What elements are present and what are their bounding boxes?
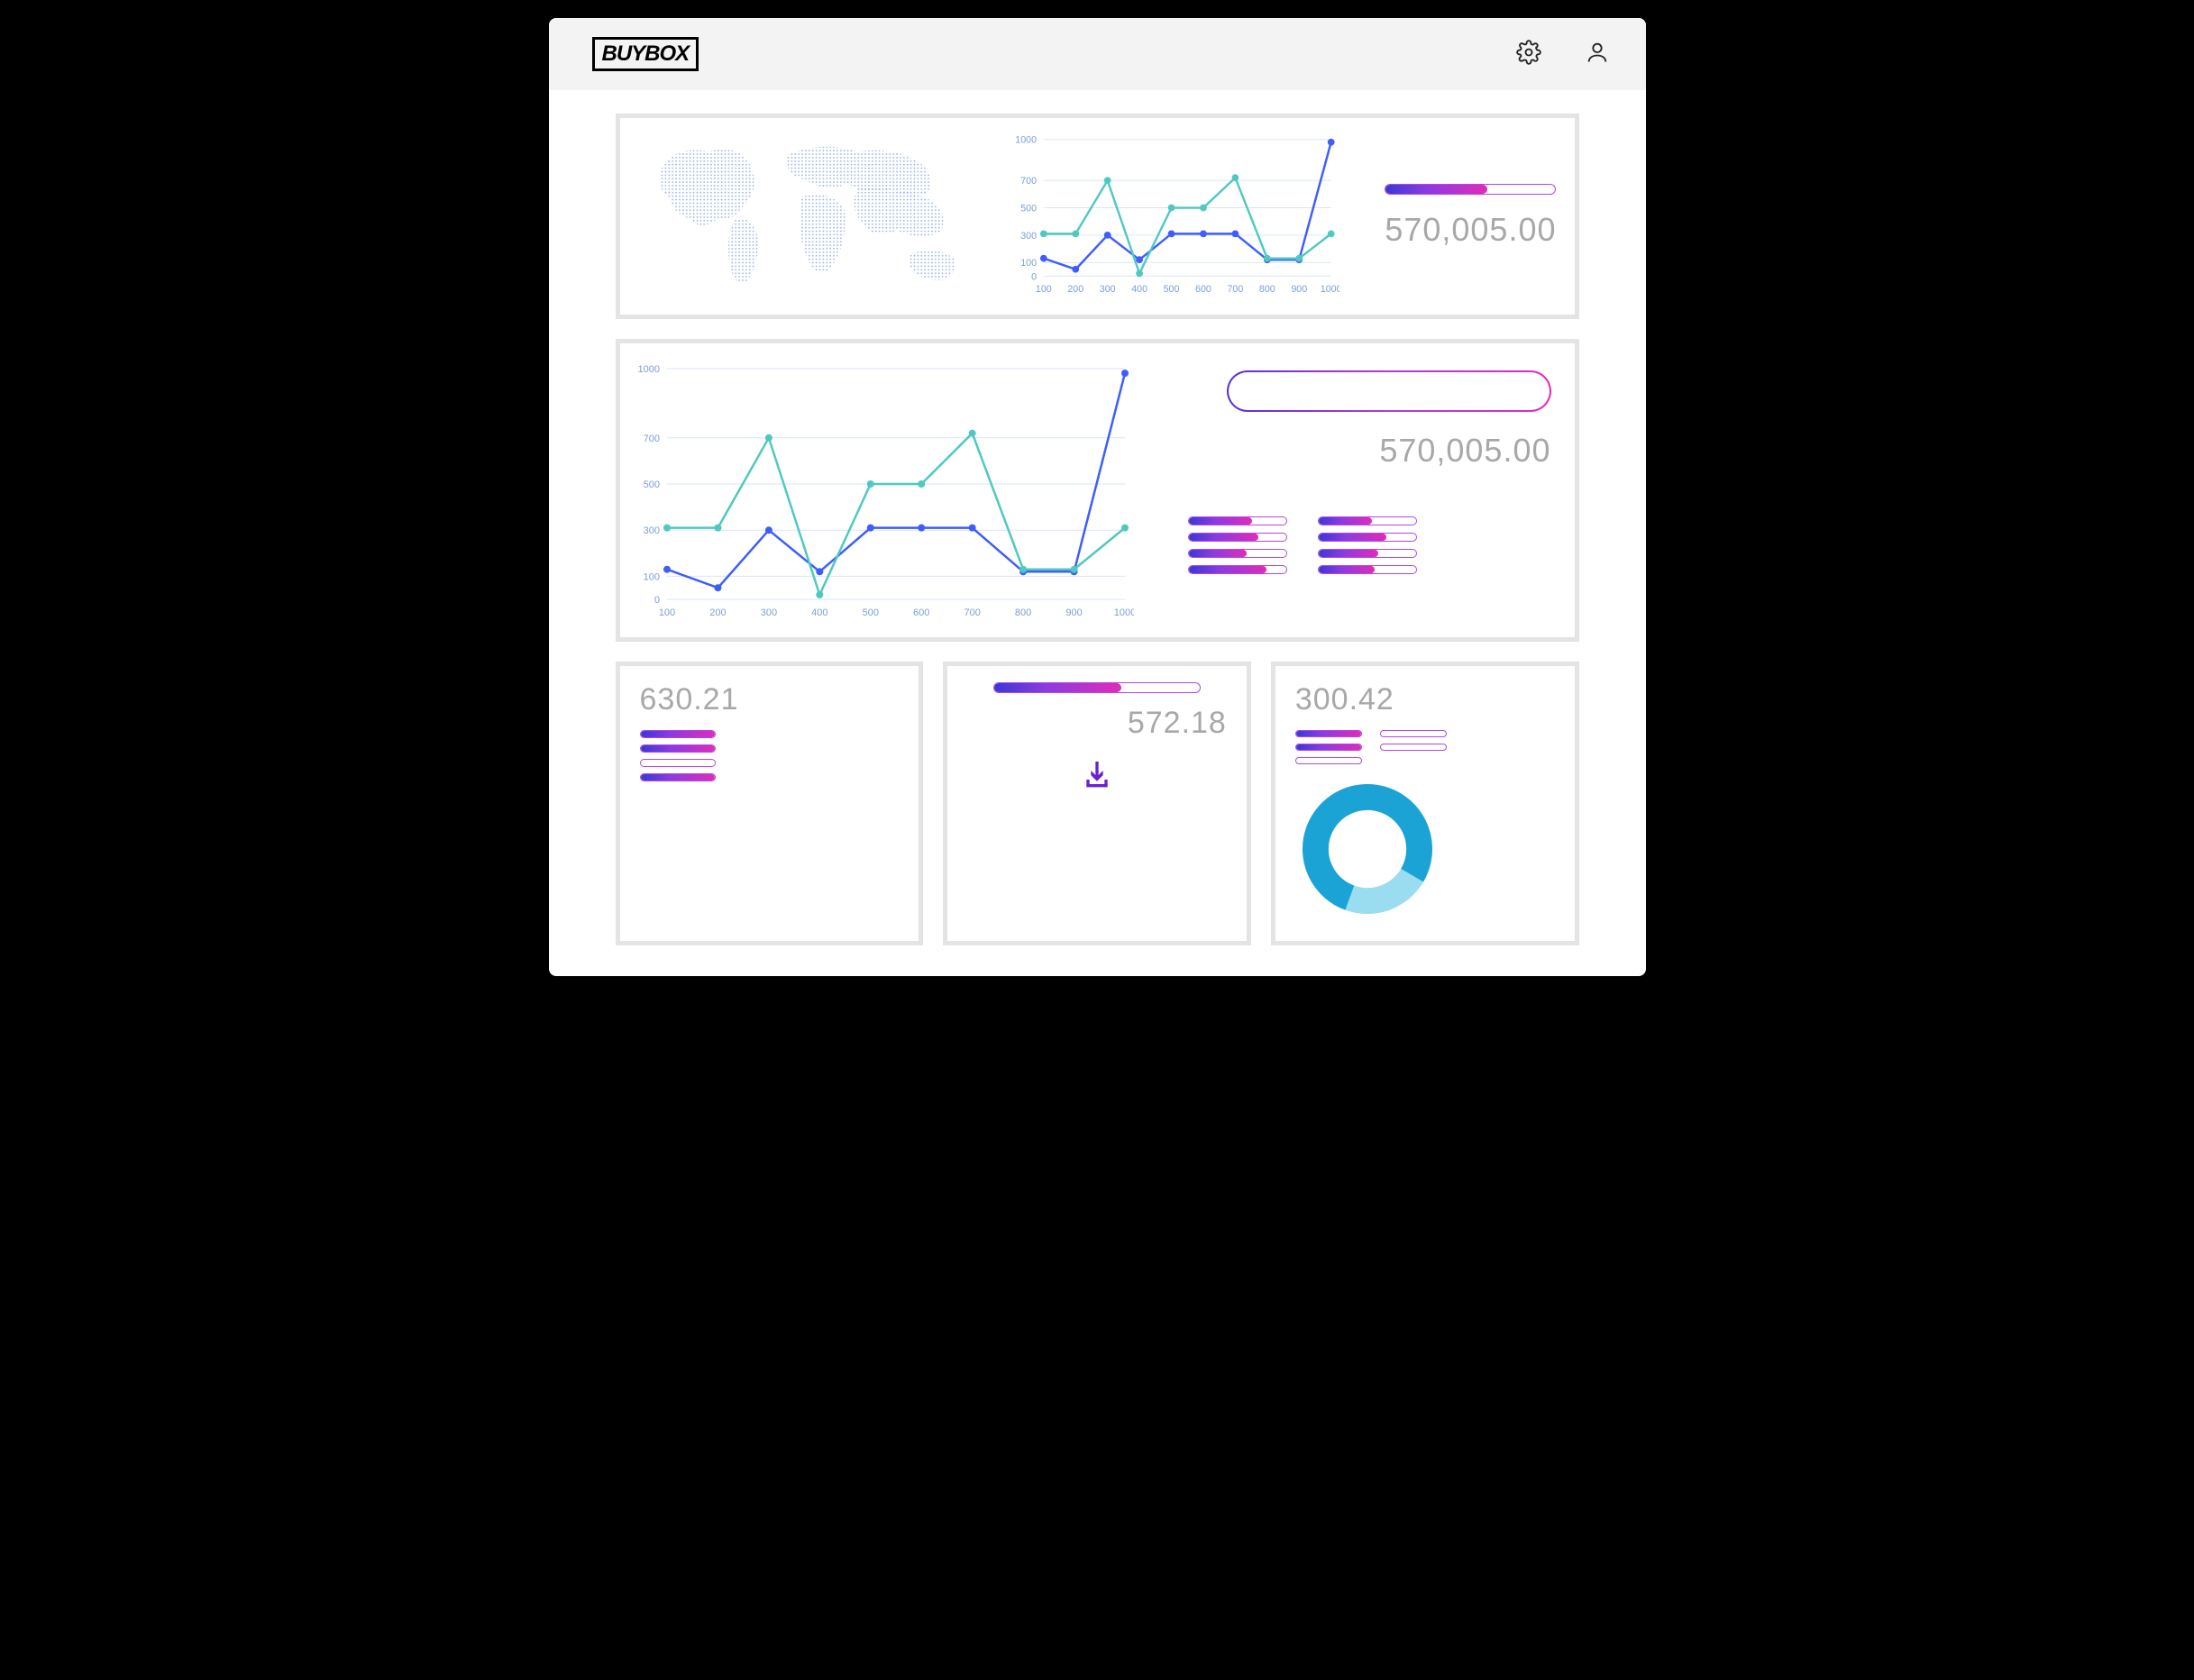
line-chart-large: 0100300500700100010020030040050060070080…: [629, 360, 1134, 621]
progress-bar: [1188, 549, 1287, 558]
stats-row: 630.21 572.18 300.42: [616, 662, 1579, 945]
mini-bars-left: [1188, 516, 1287, 574]
overview-panel: 0 100 300 500 700 1000 100 200 300 400 500 600 700 80…: [616, 114, 1579, 319]
svg-text:0: 0: [654, 595, 659, 606]
svg-text:300: 300: [1020, 231, 1037, 242]
search-pill[interactable]: [1227, 370, 1551, 412]
progress-bar: [640, 730, 716, 738]
brand-logo: BUYBOX: [592, 37, 699, 71]
svg-text:700: 700: [964, 607, 980, 618]
progress-bar: [1318, 565, 1417, 574]
svg-text:1000: 1000: [637, 364, 659, 375]
progress-bar: [640, 744, 716, 753]
progress-bar: [1380, 730, 1447, 737]
top-stat-value: 570,005.00: [1385, 211, 1556, 249]
svg-text:100: 100: [658, 607, 674, 618]
svg-text:300: 300: [1100, 284, 1116, 295]
card2-value: 572.18: [1128, 706, 1227, 741]
card2-progress: [993, 682, 1201, 693]
svg-text:700: 700: [643, 434, 659, 444]
mid-stat-value: 570,005.00: [1379, 432, 1550, 470]
gear-icon[interactable]: [1516, 40, 1541, 69]
svg-text:800: 800: [1259, 284, 1275, 295]
svg-text:1000: 1000: [1321, 284, 1340, 295]
card3-bars: [1295, 730, 1447, 764]
mini-bars-group: [1188, 516, 1417, 574]
card3-bars-right: [1380, 730, 1447, 764]
progress-bar: [640, 773, 716, 781]
stat-card-3: 300.42: [1271, 662, 1579, 945]
header-actions: [1516, 40, 1610, 69]
svg-text:900: 900: [1065, 607, 1082, 618]
svg-text:1000: 1000: [1113, 607, 1133, 618]
main-chart-panel: 0100300500700100010020030040050060070080…: [616, 339, 1579, 642]
svg-text:300: 300: [760, 607, 776, 618]
line-chart-small: 0 100 300 500 700 1000 100 200 300 400 500 600 700 80…: [1007, 131, 1339, 302]
svg-text:700: 700: [1227, 284, 1243, 295]
card1-value: 630.21: [640, 682, 900, 717]
progress-bar: [1188, 516, 1287, 525]
svg-text:100: 100: [1036, 284, 1052, 295]
progress-bar: [1318, 516, 1417, 525]
svg-text:600: 600: [1195, 284, 1211, 295]
svg-text:500: 500: [862, 607, 878, 618]
svg-text:0: 0: [1031, 271, 1037, 282]
card1-bars: [640, 730, 900, 781]
progress-bar: [1318, 549, 1417, 558]
progress-bar: [1380, 744, 1447, 751]
svg-text:400: 400: [811, 607, 827, 618]
card3-value: 300.42: [1295, 682, 1447, 717]
stat-card-1: 630.21: [616, 662, 924, 945]
mini-bars-right: [1318, 516, 1417, 574]
progress-bar: [1188, 533, 1287, 542]
dashboard-window: BUYBOX: [549, 18, 1646, 976]
svg-text:100: 100: [643, 571, 659, 582]
progress-bar: [1318, 533, 1417, 542]
svg-text:400: 400: [1131, 284, 1147, 295]
download-icon[interactable]: [1079, 757, 1115, 793]
donut-chart: [1295, 777, 1440, 921]
svg-text:200: 200: [1067, 284, 1083, 295]
svg-text:900: 900: [1291, 284, 1307, 295]
progress-bar: [1295, 757, 1362, 764]
main-chart-sidebar: 570,005.00: [1170, 360, 1551, 621]
svg-text:800: 800: [1014, 607, 1030, 618]
progress-bar: [1295, 730, 1362, 737]
svg-text:300: 300: [643, 525, 659, 536]
top-progress-bar: [1385, 184, 1556, 195]
world-map: [647, 133, 980, 300]
progress-bar: [1188, 565, 1287, 574]
header-bar: BUYBOX: [549, 18, 1646, 90]
svg-text:500: 500: [1020, 203, 1037, 214]
progress-bar: [640, 759, 716, 767]
dashboard-content: 0100300500700100010020030040050060070080…: [549, 90, 1646, 976]
top-stat-block: 570,005.00: [1367, 184, 1556, 249]
progress-bar: [1295, 744, 1362, 751]
card3-bars-left: [1295, 730, 1362, 764]
stat-card-2: 572.18: [943, 662, 1251, 945]
svg-text:700: 700: [1020, 176, 1037, 187]
svg-text:500: 500: [1164, 284, 1180, 295]
svg-text:100: 100: [1020, 258, 1037, 269]
svg-text:1000: 1000: [1015, 135, 1037, 146]
svg-text:600: 600: [913, 607, 929, 618]
user-icon[interactable]: [1585, 40, 1610, 69]
svg-text:500: 500: [643, 479, 659, 490]
svg-text:200: 200: [709, 607, 726, 618]
